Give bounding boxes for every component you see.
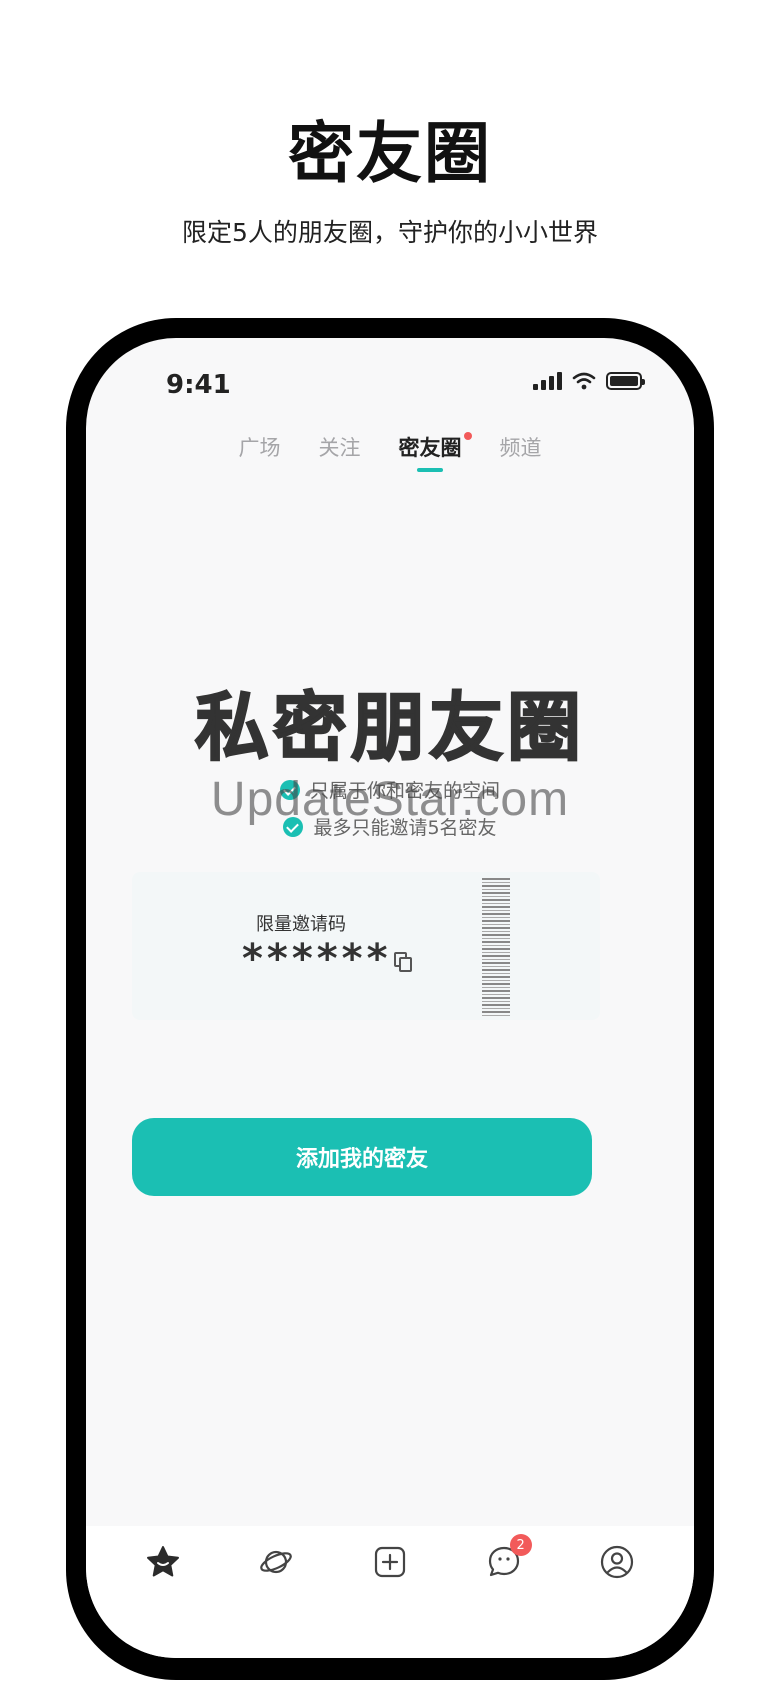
active-tab-indicator [417, 468, 443, 472]
status-icons [533, 372, 645, 390]
tab-label: 关注 [318, 436, 361, 460]
nav-messages[interactable]: 2 [474, 1534, 534, 1604]
nav-discover[interactable] [246, 1544, 306, 1604]
notification-dot [463, 432, 472, 440]
tab-label: 广场 [238, 436, 281, 460]
bottom-nav: 2 [86, 1526, 694, 1658]
profile-icon [601, 1545, 634, 1579]
tab-following[interactable]: 关注 [319, 432, 361, 472]
star-icon [146, 1546, 179, 1577]
add-friends-button[interactable]: 添加我的密友 [132, 1118, 592, 1196]
planet-icon [260, 1550, 293, 1574]
top-tabs: 广场 关注 密友圈 频道 [86, 432, 694, 472]
nav-profile[interactable] [587, 1544, 647, 1604]
tab-channels[interactable]: 频道 [500, 432, 542, 472]
tab-label: 密友圈 [398, 436, 462, 460]
battery-icon [606, 372, 645, 390]
wifi-icon [572, 372, 596, 390]
nav-home[interactable] [133, 1544, 193, 1604]
invite-code-value: ****** [242, 936, 392, 982]
invite-code-label: 限量邀请码 [256, 914, 346, 935]
tab-label: 频道 [499, 436, 542, 460]
invite-code-card: 限量邀请码 ****** [132, 872, 600, 1020]
phone-screen: 9:41 广场 关注 密友圈 频道 私密朋友圈 只属于你和密友的空间 最多只能邀… [86, 338, 694, 1658]
watermark-text: UpdateStar.com [210, 773, 570, 826]
barcode-icon [482, 878, 510, 1016]
tab-close-friends[interactable]: 密友圈 [398, 432, 472, 472]
hero-title: 私密朋友圈 [194, 685, 585, 771]
cellular-signal-icon [533, 372, 562, 390]
nav-create[interactable] [360, 1544, 420, 1604]
battery-level [610, 376, 638, 386]
tab-plaza[interactable]: 广场 [239, 432, 281, 472]
copy-icon-front [399, 957, 412, 972]
message-count-badge: 2 [509, 1534, 532, 1556]
phone-frame: 9:41 广场 关注 密友圈 频道 私密朋友圈 只属于你和密友的空间 最多只能邀… [66, 318, 714, 1680]
promo-headline: 密友圈 [288, 115, 492, 192]
status-time: 9:41 [166, 370, 231, 400]
add-square-icon [374, 1546, 406, 1578]
copy-icon[interactable] [394, 952, 414, 972]
promo-subline: 限定5人的朋友圈，守护你的小小世界 [182, 218, 598, 247]
